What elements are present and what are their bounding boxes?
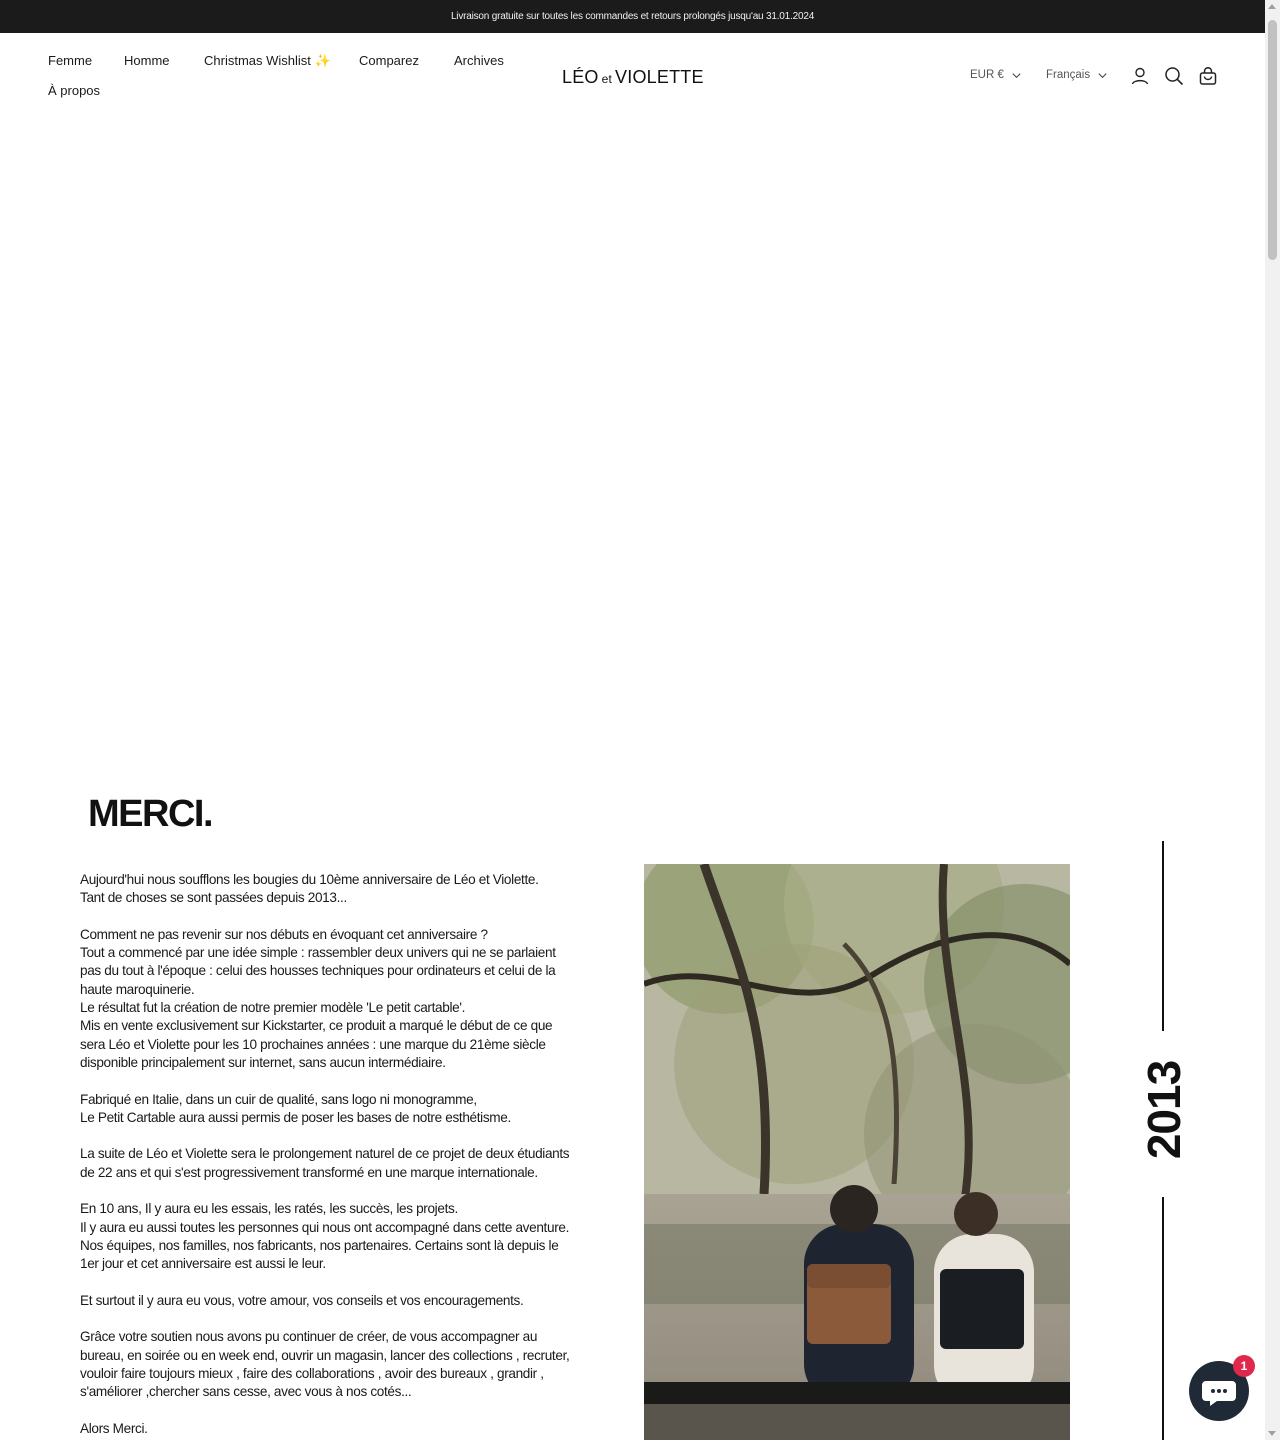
language-selector[interactable]: Français: [1046, 69, 1108, 81]
nav-item-homme[interactable]: Homme: [124, 53, 170, 68]
site-header: Femme Homme Christmas Wishlist ✨ Compare…: [0, 33, 1265, 118]
letter-line: Aujourd'hui nous soufflons les bougies d…: [80, 872, 539, 887]
page-scrollbar[interactable]: [1265, 0, 1280, 1440]
cart-icon[interactable]: [1198, 66, 1218, 86]
scroll-down-arrow-icon[interactable]: [1268, 1431, 1276, 1436]
letter-line: Le Petit Cartable aura aussi permis de p…: [80, 1109, 511, 1125]
search-icon[interactable]: [1164, 66, 1184, 86]
letter-line: La suite de Léo et Violette sera le prol…: [80, 1146, 570, 1162]
logo-word-leo: LÉO: [562, 67, 599, 87]
letter-line: de 22 ans et qui s'est progressivement t…: [80, 1164, 538, 1180]
logo-word-violette: VIOLETTE: [615, 67, 704, 87]
letter-line: 1er jour et cet anniversaire est aussi l…: [80, 1256, 326, 1272]
letter-line: Il y aura eu aussi toutes les personnes …: [80, 1219, 570, 1235]
letter-line: Comment ne pas revenir sur nos débuts en…: [80, 926, 488, 942]
timeline-line-bottom: [1162, 1197, 1164, 1440]
chevron-down-icon: [1012, 72, 1021, 78]
letter-line: Tant de choses se sont passées depuis 20…: [80, 890, 347, 906]
nav-item-comparez[interactable]: Comparez: [359, 53, 419, 68]
logo-word-et: et: [601, 72, 613, 86]
letter-line: Alors Merci.: [80, 1420, 148, 1436]
hero-banner-placeholder: [0, 118, 1265, 768]
currency-label: EUR €: [970, 69, 1004, 81]
letter-line: Fabriqué en Italie, dans un cuir de qual…: [80, 1091, 477, 1107]
language-label: Français: [1046, 69, 1091, 81]
couple-backpacks-photo: [644, 864, 1070, 1440]
nav-item-archives[interactable]: Archives: [454, 53, 504, 68]
letter-line: pas du tout à l'époque : celui des houss…: [80, 963, 556, 979]
announcement-text: Livraison gratuite sur toutes les comman…: [450, 11, 815, 22]
timeline-line-top: [1162, 841, 1164, 1031]
chevron-down-icon: [1098, 72, 1107, 78]
timeline-year: 2013: [1138, 1060, 1190, 1160]
currency-selector[interactable]: EUR €: [970, 69, 1022, 81]
letter-line: vouloir faire toujours mieux , faire des…: [80, 1366, 544, 1382]
anniversary-letter: Aujourd'hui nous soufflons les bougies d…: [80, 871, 620, 1438]
letter-line: Et surtout il y aura eu vous, votre amou…: [80, 1292, 524, 1308]
nav-item-christmas-wishlist[interactable]: Christmas Wishlist ✨: [204, 53, 331, 69]
letter-line: Nos équipes, nos familles, nos fabricant…: [80, 1237, 559, 1253]
merci-heading: MERCI.: [88, 793, 214, 835]
letter-line: disponible principalement sur internet, …: [80, 1054, 446, 1070]
chat-notification-badge: 1: [1233, 1355, 1255, 1377]
letter-line: Mis en vente exclusivement sur Kickstart…: [80, 1018, 553, 1034]
scrollbar-thumb[interactable]: [1268, 20, 1277, 260]
letter-line: En 10 ans, Il y aura eu les essais, les …: [80, 1201, 458, 1217]
letter-line: bureau, en soirée ou en week end, ouvrir…: [80, 1347, 570, 1363]
brand-logo[interactable]: LÉO et VIOLETTE: [562, 67, 704, 88]
letter-line: Grâce votre soutien nous avons pu contin…: [80, 1329, 538, 1345]
letter-line: haute maroquinerie.: [80, 981, 195, 997]
letter-line: sera Léo et Violette pour les 10 prochai…: [80, 1036, 546, 1052]
announcement-bar: Livraison gratuite sur toutes les comman…: [0, 0, 1265, 33]
nav-item-a-propos[interactable]: À propos: [48, 83, 100, 98]
account-icon[interactable]: [1130, 66, 1150, 86]
scroll-up-arrow-icon[interactable]: [1268, 4, 1276, 9]
park-scene-illustration: [644, 864, 1070, 1440]
nav-item-femme[interactable]: Femme: [48, 53, 92, 68]
letter-line: s'améliorer ,chercher sans cesse, avec v…: [80, 1384, 412, 1400]
letter-line: Tout a commencé par une idée simple : ra…: [80, 945, 556, 961]
letter-line: Le résultat fut la création de notre pre…: [80, 1000, 466, 1016]
